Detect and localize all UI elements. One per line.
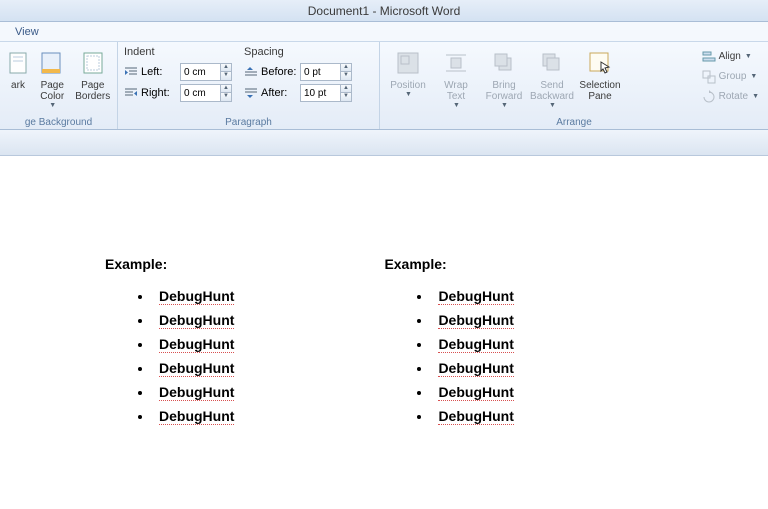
list-item: DebugHunt [432,288,513,304]
list-item: DebugHunt [432,336,513,352]
group-label: ge Background [0,117,117,128]
send-backward-button[interactable]: Send Backward▼ [530,46,574,110]
menu-view[interactable]: View [15,26,39,38]
column-2-title: Example: [384,256,513,272]
indent-left-icon [124,65,138,79]
window-titlebar: Document1 - Microsoft Word [0,0,768,22]
chevron-down-icon: ▼ [745,53,752,60]
chevron-down-icon: ▼ [49,102,56,110]
group-objects-button[interactable]: Group▼ [699,67,762,86]
chevron-down-icon: ▼ [750,73,757,80]
wrap-text-button[interactable]: Wrap Text▼ [434,46,478,110]
chevron-down-icon: ▼ [453,102,460,110]
spacing-after-input[interactable]: 10 pt▲▼ [300,84,352,102]
spacing-column: Spacing Before: 0 pt▲▼ After: 10 pt▲▼ [244,46,352,115]
spin-down[interactable]: ▼ [220,72,231,80]
column-1-title: Example: [105,256,234,272]
position-button[interactable]: Position▼ [386,46,430,99]
spacing-before-input[interactable]: 0 pt▲▼ [300,63,352,81]
spin-up[interactable]: ▲ [340,85,351,93]
spacing-after-row: After: 10 pt▲▼ [244,84,352,102]
rotate-icon [702,90,716,104]
group-icon [702,70,716,84]
page-borders-icon [78,48,108,78]
chevron-down-icon: ▼ [752,93,759,100]
group-label: Arrange [380,117,768,128]
spacing-before-icon [244,65,258,79]
group-page-background: ark Page Color ▼ Page Borders ge Backgro… [0,42,118,129]
document-canvas[interactable]: Example: DebugHunt DebugHunt DebugHunt D… [0,156,768,509]
spacing-after-icon [244,86,258,100]
indent-left-row: Left: 0 cm▲▼ [124,63,232,81]
watermark-icon [3,48,33,78]
spin-up[interactable]: ▲ [220,85,231,93]
column-1-list: DebugHunt DebugHunt DebugHunt DebugHunt … [105,288,234,424]
menu-bar: View [0,22,768,42]
indent-right-input[interactable]: 0 cm▲▼ [180,84,232,102]
page-borders-button[interactable]: Page Borders [75,46,112,102]
list-item: DebugHunt [153,288,234,304]
column-2-list: DebugHunt DebugHunt DebugHunt DebugHunt … [384,288,513,424]
rotate-button[interactable]: Rotate▼ [699,87,762,106]
spin-up[interactable]: ▲ [340,64,351,72]
selection-pane-button[interactable]: Selection Pane [578,46,622,102]
chevron-down-icon: ▼ [549,102,556,110]
spin-down[interactable]: ▼ [340,72,351,80]
send-backward-icon [537,48,567,78]
spin-down[interactable]: ▼ [340,93,351,101]
column-1: Example: DebugHunt DebugHunt DebugHunt D… [105,256,234,432]
list-item: DebugHunt [153,408,234,424]
group-label: Paragraph [118,117,379,128]
indent-right-icon [124,86,138,100]
ribbon: ark Page Color ▼ Page Borders ge Backgro… [0,42,768,130]
indent-column: Indent Left: 0 cm▲▼ Right: 0 cm▲▼ [124,46,232,115]
chevron-down-icon: ▼ [405,91,412,99]
bring-forward-icon [489,48,519,78]
list-item: DebugHunt [432,360,513,376]
list-item: DebugHunt [153,312,234,328]
list-item: DebugHunt [153,384,234,400]
bring-forward-button[interactable]: Bring Forward▼ [482,46,526,110]
watermark-button[interactable]: ark [6,46,30,91]
selection-pane-icon [585,48,615,78]
list-item: DebugHunt [432,384,513,400]
indent-right-row: Right: 0 cm▲▼ [124,84,232,102]
column-2: Example: DebugHunt DebugHunt DebugHunt D… [384,256,513,432]
list-item: DebugHunt [153,336,234,352]
spacing-before-row: Before: 0 pt▲▼ [244,63,352,81]
spin-down[interactable]: ▼ [220,93,231,101]
chevron-down-icon: ▼ [501,102,508,110]
list-item: DebugHunt [432,312,513,328]
group-paragraph: Indent Left: 0 cm▲▼ Right: 0 cm▲▼ Spacin… [118,42,380,129]
arrange-small-buttons: Align▼ Group▼ Rotate▼ [696,44,762,115]
group-arrange: Position▼ Wrap Text▼ Bring Forward▼ Send… [380,42,768,129]
list-item: DebugHunt [432,408,513,424]
ruler-strip [0,130,768,156]
list-item: DebugHunt [153,360,234,376]
indent-left-input[interactable]: 0 cm▲▼ [180,63,232,81]
align-button[interactable]: Align▼ [699,47,762,66]
align-icon [702,50,716,64]
position-icon [393,48,423,78]
wrap-text-icon [441,48,471,78]
page-color-button[interactable]: Page Color ▼ [34,46,71,110]
spin-up[interactable]: ▲ [220,64,231,72]
page-color-icon [37,48,67,78]
